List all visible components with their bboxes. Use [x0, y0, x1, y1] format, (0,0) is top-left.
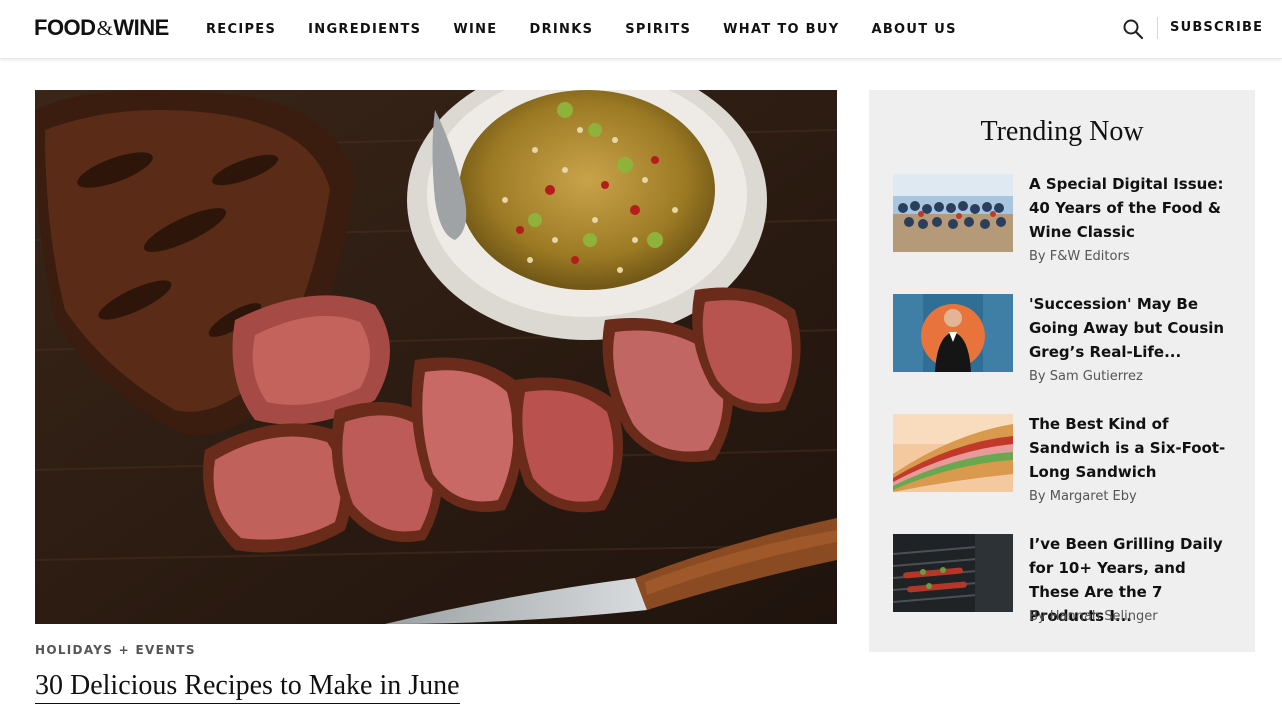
trending-panel: Trending Now A Special Digital Issue: 40…: [869, 90, 1255, 652]
hero-image[interactable]: [35, 90, 837, 624]
trending-byline: By Margaret Eby: [1029, 489, 1137, 504]
trending-item[interactable]: The Best Kind of Sandwich is a Six-Foot-…: [893, 412, 1238, 512]
trending-byline: By F&W Editors: [1029, 249, 1130, 264]
trending-thumbnail[interactable]: [893, 174, 1013, 252]
hero-title[interactable]: 30 Delicious Recipes to Make in June: [35, 669, 460, 704]
trending-byline: By Hannah Selinger: [1029, 609, 1158, 624]
trending-item[interactable]: A Special Digital Issue: 40 Years of the…: [893, 172, 1238, 272]
main-nav: RECIPES INGREDIENTS WINE DRINKS SPIRITS …: [206, 21, 989, 39]
nav-wine[interactable]: WINE: [453, 21, 497, 39]
trending-item[interactable]: 'Succession' May Be Going Away but Cousi…: [893, 292, 1238, 392]
trending-thumbnail[interactable]: [893, 294, 1013, 372]
trending-byline: By Sam Gutierrez: [1029, 369, 1143, 384]
nav-drinks[interactable]: DRINKS: [529, 21, 593, 39]
trending-item[interactable]: I’ve Been Grilling Daily for 10+ Years, …: [893, 532, 1238, 632]
search-icon[interactable]: [1122, 18, 1144, 40]
hero-category-tag[interactable]: HOLIDAYS + EVENTS: [35, 643, 196, 657]
nav-about-us[interactable]: ABOUT US: [871, 21, 956, 39]
trending-headline[interactable]: 'Succession' May Be Going Away but Cousi…: [1029, 292, 1239, 364]
nav-recipes[interactable]: RECIPES: [206, 21, 276, 39]
site-header: FOOD&WINE RECIPES INGREDIENTS WINE DRINK…: [0, 0, 1282, 59]
trending-headline[interactable]: A Special Digital Issue: 40 Years of the…: [1029, 172, 1239, 244]
logo-ampersand: &: [96, 16, 113, 40]
trending-headline[interactable]: The Best Kind of Sandwich is a Six-Foot-…: [1029, 412, 1239, 484]
trending-thumbnail[interactable]: [893, 414, 1013, 492]
logo-food: FOOD: [34, 15, 96, 40]
nav-spirits[interactable]: SPIRITS: [625, 21, 691, 39]
subscribe-link[interactable]: SUBSCRIBE: [1170, 20, 1263, 35]
site-logo[interactable]: FOOD&WINE: [34, 15, 169, 41]
trending-title: Trending Now: [980, 116, 1144, 147]
header-divider: [1157, 17, 1158, 39]
nav-what-to-buy[interactable]: WHAT TO BUY: [723, 21, 839, 39]
trending-thumbnail[interactable]: [893, 534, 1013, 612]
logo-wine: WINE: [113, 15, 169, 40]
nav-ingredients[interactable]: INGREDIENTS: [308, 21, 421, 39]
